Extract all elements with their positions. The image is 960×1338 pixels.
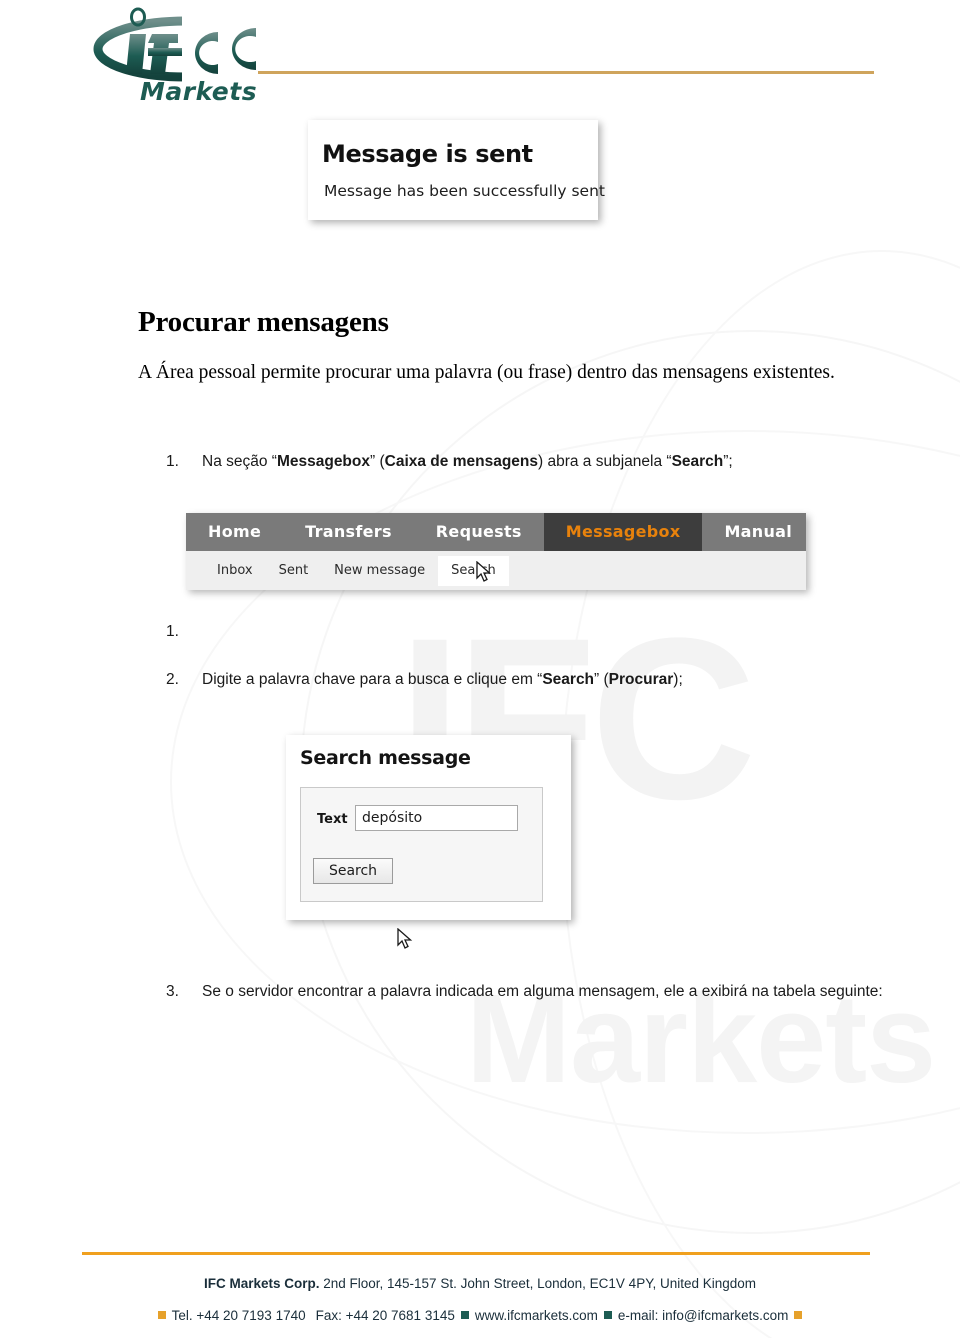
subnav-item-search[interactable]: Search (438, 555, 509, 586)
search-form-title: Search message (300, 747, 471, 769)
footer-telephone: Tel. +44 20 7193 1740 (171, 1308, 306, 1323)
step-text: Na seção “Messagebox” (Caixa de mensagen… (202, 453, 733, 470)
document-body: Message is sent Message has been success… (0, 0, 960, 1338)
footer-website[interactable]: www.ifcmarkets.com (475, 1308, 598, 1323)
step-item-1: 1. Na seção “Messagebox” (Caixa de mensa… (166, 450, 866, 474)
step-number: 1. (166, 623, 179, 640)
nav-tab-messagebox[interactable]: Messagebox (543, 513, 703, 551)
bullet-square-icon (460, 1311, 469, 1319)
step-number: 1. (166, 453, 179, 470)
subnav-item-sent[interactable]: Sent (266, 556, 322, 586)
nav-tab-home[interactable]: Home (186, 513, 283, 551)
screenshot-search-message-form: Search message Text Search (286, 735, 571, 949)
page-footer: IFC Markets Corp. 2nd Floor, 145-157 St.… (0, 1244, 960, 1338)
search-text-label: Text (317, 812, 348, 827)
step-text: Digite a palavra chave para a busca e cl… (202, 671, 683, 688)
nav-tab-transfers[interactable]: Transfers (283, 513, 414, 551)
search-text-input[interactable] (355, 805, 518, 831)
step-item-2: 2. Digite a palavra chave para a busca e… (166, 668, 866, 692)
footer-company-name: IFC Markets Corp. (203, 1276, 320, 1291)
search-submit-button[interactable]: Search (313, 858, 393, 884)
step-number: 3. (166, 983, 179, 1000)
sub-nav-bar: Inbox Sent New message Search (186, 551, 806, 590)
bullet-square-icon (603, 1311, 612, 1319)
footer-address-line: IFC Markets Corp. 2nd Floor, 145-157 St.… (0, 1276, 960, 1291)
footer-address-text: 2nd Floor, 145-157 St. John Street, Lond… (319, 1276, 757, 1291)
search-form-fieldset: Text Search (300, 787, 543, 949)
message-sent-body: Message has been successfully sent (324, 182, 605, 200)
subnav-item-new-message[interactable]: New message (321, 556, 438, 586)
bullet-square-icon (794, 1311, 803, 1319)
footer-email[interactable]: e-mail: info@ifcmarkets.com (618, 1308, 789, 1323)
screenshot-messagebox-navigation: Home Transfers Requests Messagebox Manua… (186, 513, 806, 590)
screenshot-message-sent: Message is sent Message has been success… (308, 120, 605, 220)
step-item-3: 3. Se o servidor encontrar a palavra ind… (166, 980, 896, 1004)
step-text: Se o servidor encontrar a palavra indica… (202, 983, 883, 1000)
footer-contacts-line: Tel. +44 20 7193 1740 Fax: +44 20 7681 31… (0, 1308, 960, 1323)
intro-paragraph: A Área pessoal permite procurar uma pala… (138, 362, 835, 383)
page-header: Markets (0, 0, 960, 108)
subnav-item-inbox[interactable]: Inbox (204, 556, 266, 586)
nav-tab-manual[interactable]: Manual (702, 513, 814, 551)
svg-text:Markets: Markets (140, 77, 257, 104)
header-divider-rule (258, 71, 874, 74)
message-sent-title: Message is sent (322, 140, 533, 168)
footer-fax: Fax: +44 20 7681 3145 (315, 1308, 455, 1323)
bullet-square-icon (157, 1311, 166, 1319)
page-title: Procurar mensagens (138, 306, 389, 338)
footer-divider-rule (82, 1252, 870, 1255)
step-number: 2. (166, 671, 179, 688)
nav-tab-requests[interactable]: Requests (414, 513, 544, 551)
mouse-pointer-icon (397, 928, 413, 949)
ifc-markets-logo: Markets (78, 4, 300, 106)
main-nav-bar: Home Transfers Requests Messagebox Manua… (186, 513, 806, 551)
